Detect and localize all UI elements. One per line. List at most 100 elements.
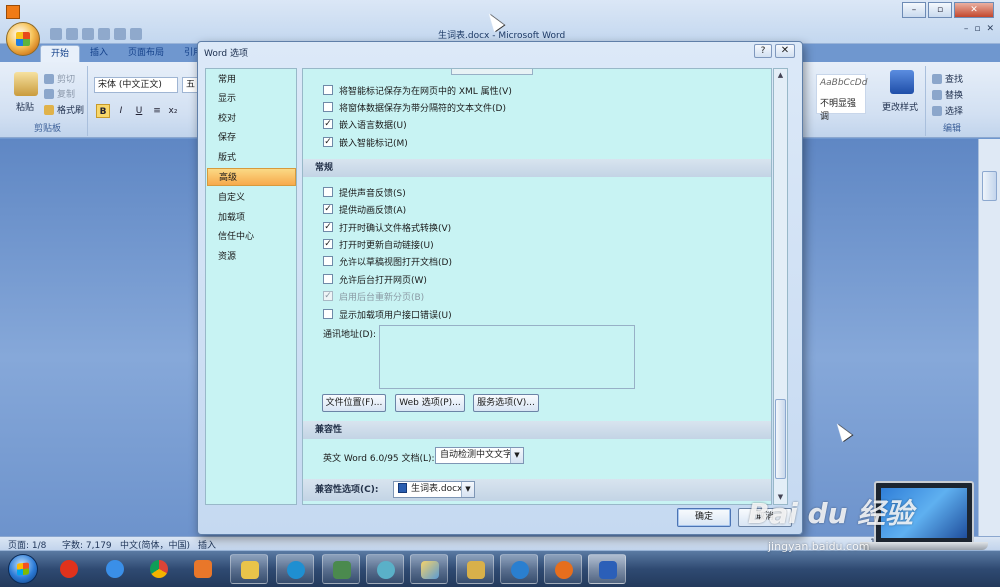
office-button[interactable] [6, 22, 40, 56]
close-window-button[interactable]: ✕ [954, 2, 994, 18]
minimize-button[interactable]: – [902, 2, 926, 18]
file-locations-button[interactable]: 文件位置(F)... [322, 394, 386, 412]
option-draft-view[interactable]: 允许以草稿视图打开文档(D) [323, 254, 452, 268]
tab-page-layout[interactable]: 页面布局 [118, 45, 174, 62]
scroll-up-icon[interactable]: ▲ [774, 69, 787, 82]
taskbar-media-player[interactable] [184, 554, 222, 584]
checkbox[interactable]: ✓ [323, 239, 333, 249]
taskbar-browser[interactable] [544, 554, 582, 584]
change-styles-button[interactable]: 更改样式 [882, 100, 918, 113]
option-background-web[interactable]: 允许后台打开网页(W) [323, 272, 427, 286]
italic-button[interactable]: I [114, 104, 128, 118]
option-confirm-conversion[interactable]: ✓ 打开时确认文件格式转换(V) [323, 220, 451, 234]
checkbox[interactable]: ✓ [323, 119, 333, 129]
taskbar-chrome[interactable] [140, 554, 178, 584]
compat-word6-select[interactable]: 自动检测中文文字 ▼ [435, 447, 524, 464]
start-button[interactable] [8, 554, 38, 584]
nav-item-typography[interactable]: 版式 [207, 149, 296, 167]
cut-button[interactable]: 剪切 [44, 72, 75, 85]
document-scrollbar[interactable] [978, 139, 1000, 536]
checkbox[interactable] [323, 102, 333, 112]
print-icon[interactable] [130, 28, 142, 40]
help-button[interactable]: ? [754, 44, 772, 58]
service-options-button[interactable]: 服务选项(V)... [473, 394, 539, 412]
nav-item-general[interactable]: 常用 [207, 71, 296, 89]
checkbox[interactable] [323, 309, 333, 319]
checkbox[interactable]: ✓ [323, 204, 333, 214]
web-options-button[interactable]: Web 选项(P)... [395, 394, 465, 412]
doc-minimize-button[interactable]: – [964, 24, 969, 34]
paste-icon[interactable] [14, 72, 38, 96]
checkbox[interactable] [323, 274, 333, 284]
taskbar-edge-app[interactable] [276, 554, 314, 584]
save-icon[interactable] [50, 28, 62, 40]
font-size-combo[interactable]: 五 [182, 77, 198, 93]
redo-icon[interactable] [82, 28, 94, 40]
nav-item-trust-center[interactable]: 信任中心 [207, 228, 296, 246]
nav-item-advanced[interactable]: 高级 [207, 168, 296, 186]
checkbox[interactable]: ✓ [323, 222, 333, 232]
nav-item-proofing[interactable]: 校对 [207, 110, 296, 128]
option-sound-feedback[interactable]: 提供声音反馈(S) [323, 185, 406, 199]
checkbox[interactable] [323, 85, 333, 95]
options-scroll-thumb[interactable] [775, 399, 786, 479]
strikethrough-icon[interactable]: ≡ [150, 104, 164, 118]
checkbox[interactable] [323, 256, 333, 266]
option-embed-language-data[interactable]: ✓ 嵌入语言数据(U) [323, 117, 407, 131]
styles-group: AaBbCcDd 不明显强调 更改样式 [806, 66, 926, 136]
tab-insert[interactable]: 插入 [80, 45, 118, 62]
copy-button[interactable]: 复制 [44, 87, 75, 100]
nav-item-resources[interactable]: 资源 [207, 248, 296, 266]
undo-icon[interactable] [66, 28, 78, 40]
nav-item-customize[interactable]: 自定义 [207, 189, 296, 207]
replace-button[interactable]: 替换 [932, 88, 963, 101]
chevron-down-icon[interactable]: ▼ [461, 482, 474, 497]
doc-close-button[interactable]: ✕ [986, 24, 994, 34]
compat-doc-select[interactable]: 生词表.docx ▼ [393, 481, 475, 498]
format-painter-button[interactable]: 格式刷 [44, 103, 84, 116]
option-update-links[interactable]: ✓ 打开时更新自动链接(U) [323, 237, 434, 251]
maximize-button[interactable]: ▫ [928, 2, 952, 18]
taskbar-paint[interactable] [410, 554, 448, 584]
taskbar-fire-app[interactable] [50, 554, 88, 584]
paste-button[interactable]: 粘贴 [16, 100, 34, 113]
select-button[interactable]: 选择 [932, 104, 963, 117]
bold-button[interactable]: B [96, 104, 110, 118]
chevron-down-icon[interactable]: ▼ [510, 448, 523, 463]
option-embed-smart-tags[interactable]: ✓ 嵌入智能标记(M) [323, 135, 408, 149]
doc-restore-button[interactable]: ▫ [974, 24, 980, 34]
checkbox[interactable] [323, 187, 333, 197]
open-icon[interactable] [114, 28, 126, 40]
mailing-address-input[interactable] [379, 325, 635, 389]
option-addin-errors[interactable]: 显示加载项用户接口错误(U) [323, 307, 452, 321]
options-scrollbar[interactable]: ▲ ▼ [773, 68, 788, 505]
font-name-combo[interactable]: 宋体 (中文正文) [94, 77, 178, 93]
browser-icon [555, 561, 573, 579]
nav-item-add-ins[interactable]: 加载项 [207, 209, 296, 227]
find-button[interactable]: 查找 [932, 72, 963, 85]
taskbar-control-panel[interactable] [322, 554, 360, 584]
option-animation-feedback[interactable]: ✓ 提供动画反馈(A) [323, 202, 406, 216]
option-form-data-text[interactable]: 将窗体数据保存为带分隔符的文本文件(D) [323, 100, 506, 114]
taskbar-puzzle-app[interactable] [366, 554, 404, 584]
change-styles-icon[interactable] [890, 70, 914, 94]
section-compat-options: 兼容性选项(C): [303, 479, 771, 501]
checkbox[interactable]: ✓ [323, 137, 333, 147]
nav-item-save[interactable]: 保存 [207, 129, 296, 147]
taskbar-word[interactable] [588, 554, 626, 584]
taskbar-explorer[interactable] [456, 554, 494, 584]
underline-button[interactable]: U [132, 104, 146, 118]
dialog-close-button[interactable]: ✕ [775, 44, 795, 58]
option-smart-tags-xml[interactable]: 将智能标记保存为在网页中的 XML 属性(V) [323, 83, 512, 97]
nav-item-display[interactable]: 显示 [207, 90, 296, 108]
style-subtle-emphasis[interactable]: AaBbCcDd 不明显强调 [816, 74, 867, 122]
new-icon[interactable] [98, 28, 110, 40]
tab-home[interactable]: 开始 [40, 45, 81, 62]
scroll-thumb[interactable] [982, 171, 997, 201]
ok-button[interactable]: 确定 [677, 508, 731, 527]
subscript-icon[interactable]: x₂ [166, 104, 180, 118]
clipped-combo[interactable] [451, 69, 533, 75]
taskbar-ie[interactable] [96, 554, 134, 584]
taskbar-network[interactable] [500, 554, 538, 584]
taskbar-folder[interactable] [230, 554, 268, 584]
